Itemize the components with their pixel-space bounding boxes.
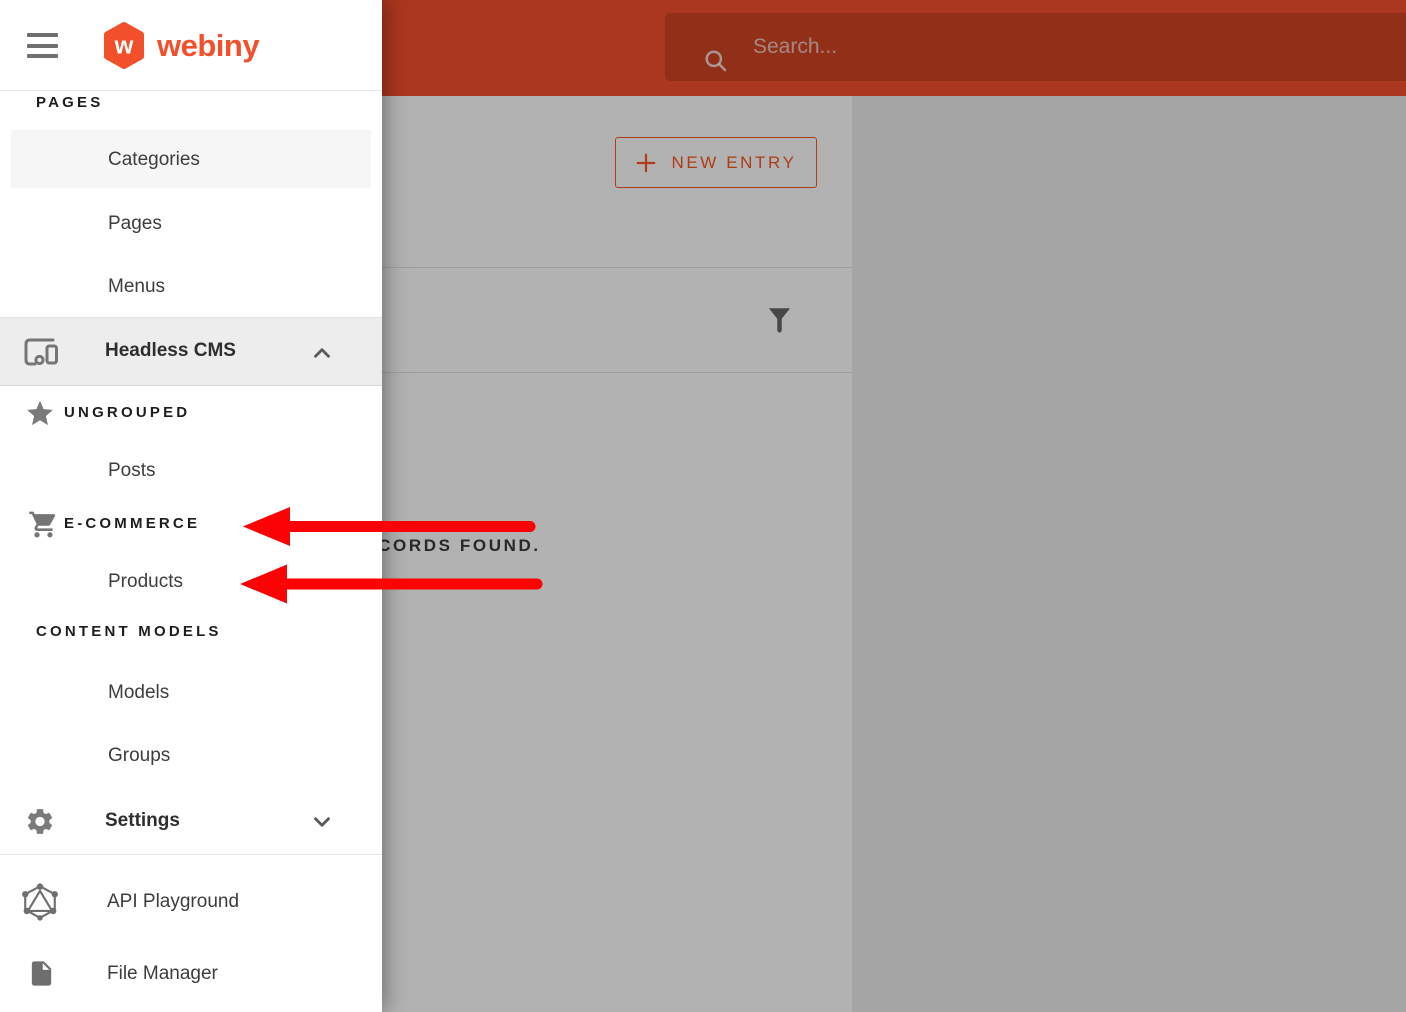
- gear-icon: [24, 806, 56, 837]
- star-icon: [24, 398, 56, 429]
- logo-wordmark: webiny: [157, 28, 259, 64]
- sidebar-item-settings[interactable]: Settings: [105, 807, 180, 835]
- drawer-divider: [0, 854, 382, 855]
- file-icon: [27, 957, 56, 990]
- sidebar-item-menus[interactable]: Menus: [108, 273, 165, 301]
- webiny-logo[interactable]: w webiny: [103, 22, 259, 69]
- sidebar-item-headless-cms[interactable]: Headless CMS: [105, 337, 236, 365]
- graphql-icon: [21, 883, 59, 921]
- chevron-up-icon[interactable]: [309, 340, 335, 366]
- sidebar-item-models[interactable]: Models: [108, 679, 169, 707]
- cart-icon: [28, 509, 59, 540]
- logo-letter: w: [114, 33, 134, 60]
- sidebar-item-file-manager[interactable]: File Manager: [107, 960, 218, 988]
- sidebar-item-products[interactable]: Products: [108, 568, 183, 596]
- navigation-drawer: w webiny PAGES Categories Pages Menus He…: [0, 0, 382, 1012]
- sidebar-item-pages[interactable]: Pages: [108, 210, 162, 238]
- sidebar-item-api-playground[interactable]: API Playground: [107, 888, 239, 916]
- section-header-content-models: CONTENT MODELS: [36, 621, 222, 643]
- devices-icon: [22, 335, 59, 369]
- group-header-ungrouped[interactable]: UNGROUPED: [64, 402, 190, 424]
- drawer-header: w webiny: [0, 0, 382, 91]
- app-screen: NEW ENTRY NO RECORDS FOUND. w webiny: [0, 0, 1406, 1012]
- menu-icon[interactable]: [27, 33, 58, 58]
- sidebar-item-posts[interactable]: Posts: [108, 457, 156, 485]
- sidebar-item-groups[interactable]: Groups: [108, 742, 170, 770]
- sidebar-item-categories[interactable]: Categories: [108, 146, 200, 174]
- section-header-pages: PAGES: [36, 92, 103, 114]
- webiny-logo-icon: w: [103, 22, 145, 69]
- group-header-e-commerce[interactable]: E-COMMERCE: [64, 513, 200, 535]
- chevron-down-icon[interactable]: [309, 809, 335, 835]
